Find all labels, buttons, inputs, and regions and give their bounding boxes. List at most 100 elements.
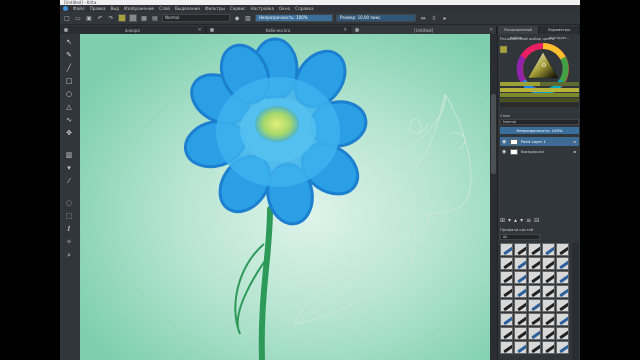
eraser-mode-icon[interactable]: ◆ bbox=[233, 14, 241, 22]
menu-settings[interactable]: Настройка bbox=[251, 6, 275, 11]
move-tool-icon[interactable]: ✥ bbox=[64, 128, 74, 138]
brush-preset[interactable] bbox=[514, 285, 527, 298]
layer-blend-mode-select[interactable]: Normal bbox=[500, 119, 579, 125]
brush-tool-icon[interactable]: ✎ bbox=[64, 50, 74, 60]
redo-icon[interactable]: ↷ bbox=[107, 14, 115, 22]
tab-document-2[interactable]: бабочка.kra × bbox=[206, 26, 352, 34]
brush-preset[interactable] bbox=[542, 243, 555, 256]
brush-preset[interactable] bbox=[500, 285, 513, 298]
tab-document-1[interactable]: анкора × bbox=[60, 26, 206, 34]
brush-preset[interactable] bbox=[556, 285, 569, 298]
brush-preset[interactable] bbox=[528, 271, 541, 284]
menu-help[interactable]: Справка bbox=[295, 6, 313, 11]
brush-preset[interactable] bbox=[556, 243, 569, 256]
move-layer-down-icon[interactable]: ▾ bbox=[520, 217, 523, 224]
menu-filters[interactable]: Фильтры bbox=[205, 6, 225, 11]
brush-preset[interactable] bbox=[556, 341, 569, 354]
menu-select[interactable]: Выделение bbox=[175, 6, 200, 11]
brush-preset[interactable] bbox=[514, 299, 527, 312]
menu-file[interactable]: Файл bbox=[73, 6, 85, 11]
open-document-icon[interactable]: ▭ bbox=[74, 14, 82, 22]
fill-tool-icon[interactable]: ▾ bbox=[64, 163, 74, 173]
brush-preset[interactable] bbox=[514, 243, 527, 256]
mirror-vertical-icon[interactable]: ⇳ bbox=[430, 14, 438, 22]
brush-preset[interactable] bbox=[542, 285, 555, 298]
blend-mode-select[interactable]: Normal bbox=[162, 14, 230, 22]
lock-icon[interactable]: ▪ bbox=[573, 139, 576, 144]
brush-preset[interactable] bbox=[514, 271, 527, 284]
brush-preset[interactable] bbox=[500, 257, 513, 270]
brush-preset[interactable] bbox=[556, 327, 569, 340]
brush-preset[interactable] bbox=[542, 257, 555, 270]
brush-preset[interactable] bbox=[500, 313, 513, 326]
close-icon[interactable]: × bbox=[343, 27, 347, 33]
move-layer-up-icon[interactable]: ▴ bbox=[514, 217, 517, 224]
opacity-slider[interactable]: Непрозрачность: 100% bbox=[255, 14, 333, 22]
preserve-alpha-icon[interactable]: ▨ bbox=[244, 14, 252, 22]
brush-preset[interactable] bbox=[500, 271, 513, 284]
layer-menu-icon[interactable]: ▾ bbox=[508, 217, 511, 224]
undo-icon[interactable]: ↶ bbox=[96, 14, 104, 22]
rect-select-tool-icon[interactable]: ⬚ bbox=[64, 211, 74, 221]
tab-tool-options[interactable]: Параметры инструм... bbox=[539, 26, 580, 40]
drawing-canvas[interactable] bbox=[80, 34, 497, 360]
brush-preset[interactable] bbox=[556, 257, 569, 270]
brush-preset[interactable] bbox=[500, 243, 513, 256]
layer-opacity-slider[interactable]: Непрозрачность: 100% bbox=[500, 127, 579, 134]
foreground-color-swatch[interactable] bbox=[118, 14, 126, 22]
brush-preset[interactable] bbox=[528, 341, 541, 354]
brush-preset[interactable] bbox=[500, 299, 513, 312]
brush-preset[interactable] bbox=[528, 313, 541, 326]
eye-icon[interactable]: ◉ bbox=[502, 149, 507, 154]
brush-preset[interactable] bbox=[542, 327, 555, 340]
select-shapes-tool-icon[interactable]: ↖ bbox=[64, 37, 74, 47]
close-icon[interactable]: × bbox=[197, 27, 201, 33]
close-icon[interactable]: × bbox=[489, 27, 493, 33]
layer-properties-icon[interactable]: ≡ bbox=[526, 217, 531, 224]
tab-advanced-color-selector[interactable]: Расширенный выбор... bbox=[498, 26, 539, 40]
save-document-icon[interactable]: ▣ bbox=[85, 14, 93, 22]
brush-preset[interactable] bbox=[542, 271, 555, 284]
menu-edit[interactable]: Правка bbox=[90, 6, 106, 11]
line-tool-icon[interactable]: ╱ bbox=[64, 63, 74, 73]
gradient-tool-icon[interactable]: ▥ bbox=[64, 150, 74, 160]
brush-preset[interactable] bbox=[556, 313, 569, 326]
brush-preset[interactable] bbox=[514, 313, 527, 326]
path-tool-icon[interactable]: ∿ bbox=[64, 115, 74, 125]
layer-row-paint-layer-1[interactable]: ◉ Paint Layer 1 ▪ bbox=[500, 137, 579, 146]
color-history-strip[interactable] bbox=[500, 82, 579, 86]
shade-selector[interactable] bbox=[500, 88, 579, 108]
brush-preset[interactable] bbox=[556, 299, 569, 312]
workspace-icon[interactable]: ▸ bbox=[441, 14, 449, 22]
tab-document-3[interactable]: [Untitled] × bbox=[351, 26, 498, 34]
new-document-icon[interactable]: □ bbox=[63, 14, 71, 22]
layer-row-background[interactable]: ◉ Background ▪ bbox=[500, 147, 579, 156]
delete-layer-icon[interactable]: ⊟ bbox=[534, 217, 539, 224]
rectangle-tool-icon[interactable]: □ bbox=[64, 76, 74, 86]
mirror-horizontal-icon[interactable]: ⇹ bbox=[419, 14, 427, 22]
lasso-select-tool-icon[interactable]: ℓ bbox=[64, 224, 74, 234]
eye-icon[interactable]: ◉ bbox=[502, 139, 507, 144]
brush-preset[interactable] bbox=[542, 299, 555, 312]
brush-preset[interactable] bbox=[500, 327, 513, 340]
brush-preset[interactable] bbox=[542, 313, 555, 326]
brush-preset[interactable] bbox=[528, 257, 541, 270]
zoom-tool-icon[interactable]: ⌕ bbox=[64, 250, 74, 260]
brush-preset[interactable] bbox=[500, 341, 513, 354]
brush-preset[interactable] bbox=[528, 327, 541, 340]
brush-preset[interactable] bbox=[528, 299, 541, 312]
menu-tools[interactable]: Сервис bbox=[230, 6, 246, 11]
menu-layer[interactable]: Слой bbox=[159, 6, 170, 11]
brush-preset[interactable] bbox=[542, 341, 555, 354]
canvas-vertical-scrollbar[interactable] bbox=[490, 34, 497, 360]
ellipse-tool-icon[interactable]: ○ bbox=[64, 89, 74, 99]
brush-preset[interactable] bbox=[514, 257, 527, 270]
elliptical-select-tool-icon[interactable]: ◌ bbox=[64, 198, 74, 208]
brush-preset[interactable] bbox=[514, 341, 527, 354]
brush-size-slider[interactable]: Размер: 10,00 пикс. bbox=[336, 14, 416, 22]
magic-wand-tool-icon[interactable]: ✧ bbox=[64, 237, 74, 247]
brush-preset[interactable] bbox=[528, 285, 541, 298]
color-picker-tool-icon[interactable]: ⁄ bbox=[64, 176, 74, 186]
menu-window[interactable]: Окно bbox=[279, 6, 290, 11]
lock-icon[interactable]: ▪ bbox=[573, 149, 576, 154]
